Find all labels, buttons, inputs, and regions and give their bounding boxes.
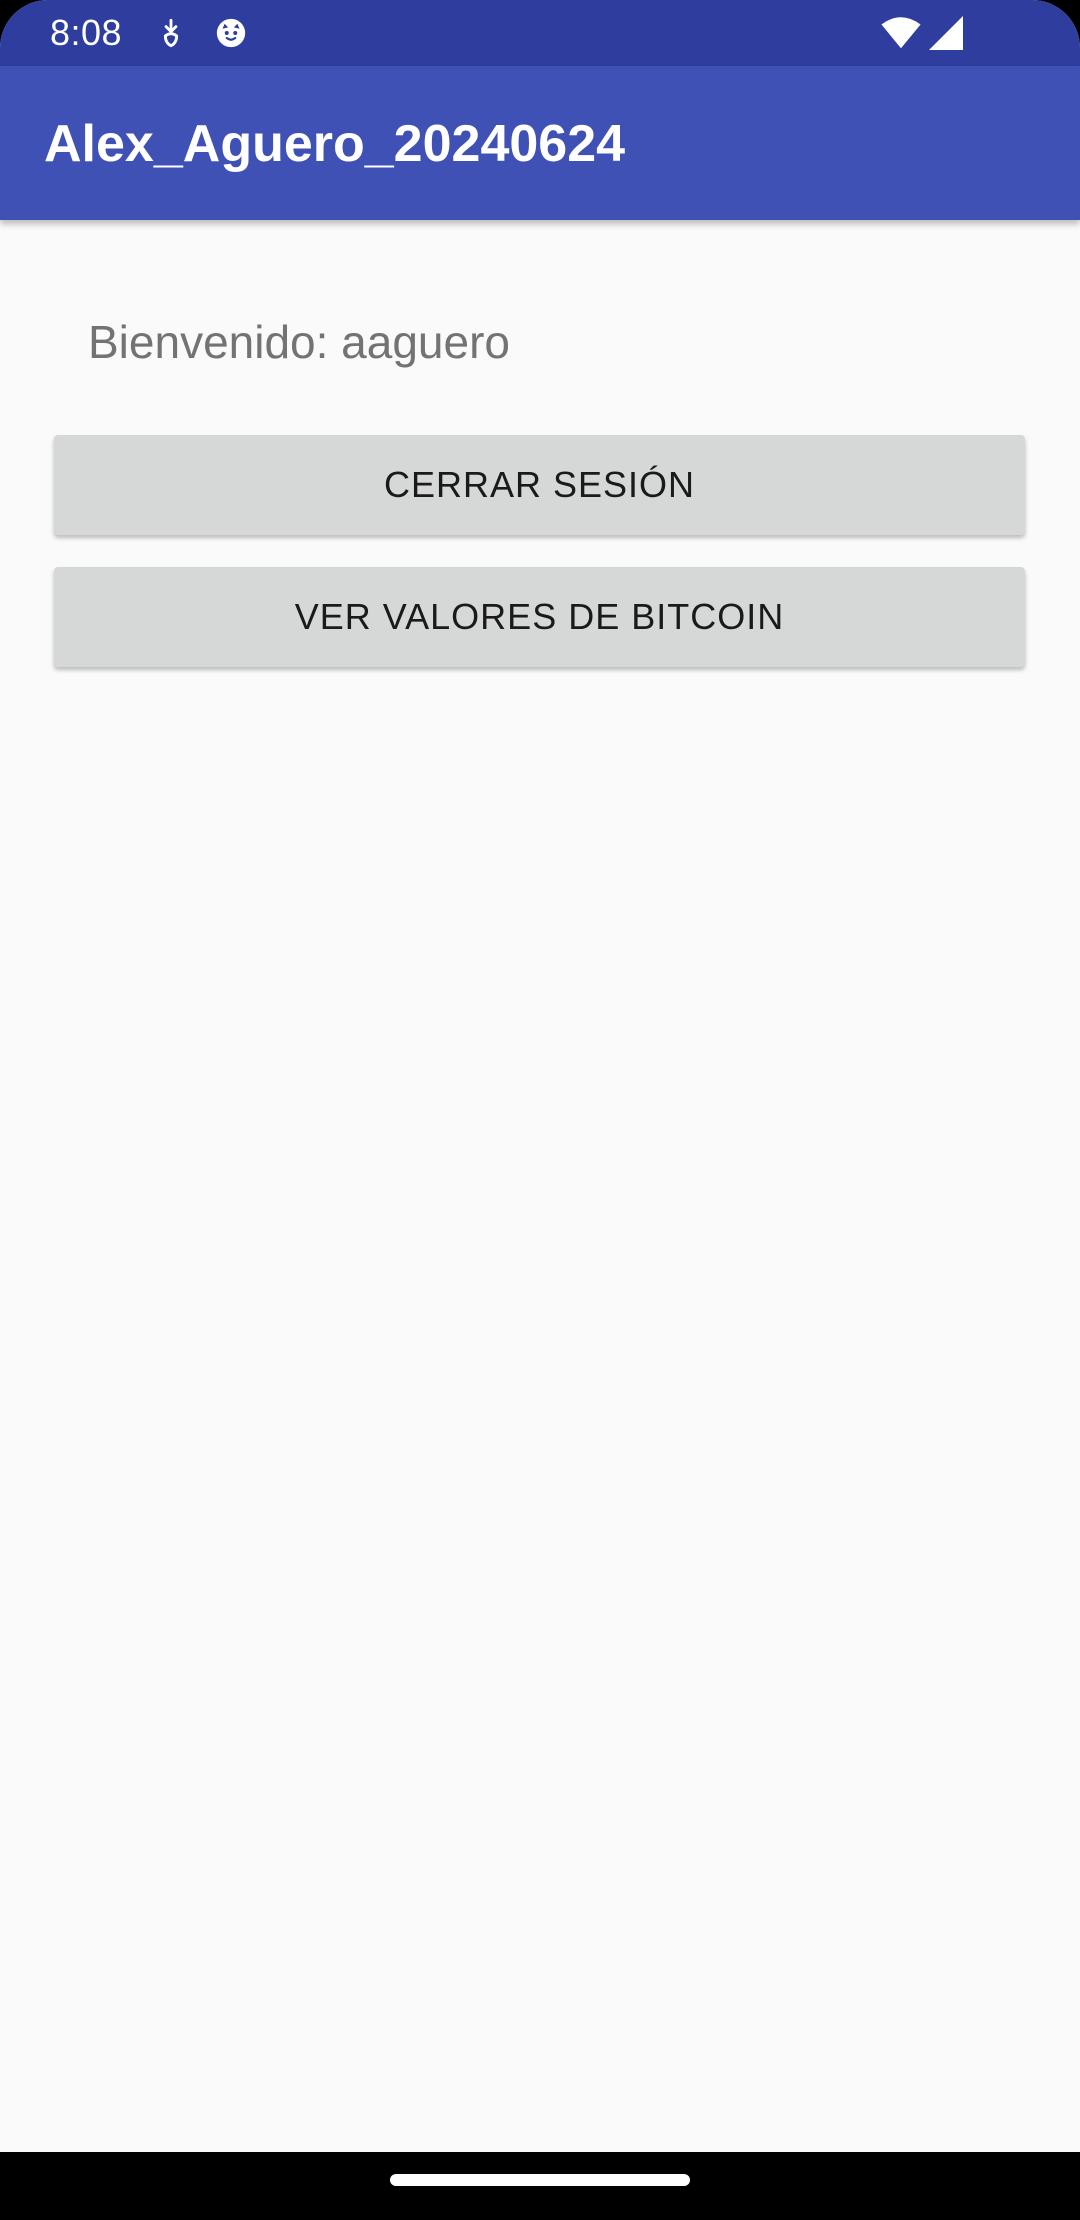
view-bitcoin-values-button[interactable]: VER VALORES DE BITCOIN [54, 567, 1025, 667]
logout-button[interactable]: CERRAR SESIÓN [54, 435, 1025, 535]
navigation-bar [0, 2152, 1080, 2220]
cat-face-notification-icon [214, 16, 248, 50]
phone-screen: 8:08 Alex_Aguero_20240624 Bienvenido: aa… [0, 0, 1080, 2220]
cell-signal-icon [928, 16, 964, 50]
app-title: Alex_Aguero_20240624 [44, 115, 626, 173]
main-content: Bienvenido: aaguero CERRAR SESIÓN VER VA… [0, 220, 1080, 2152]
wifi-icon [880, 16, 922, 50]
status-time: 8:08 [50, 12, 123, 53]
app-toolbar: Alex_Aguero_20240624 [0, 66, 1080, 220]
download-notification-icon [154, 16, 188, 50]
status-bar: 8:08 [0, 0, 1080, 66]
welcome-text: Bienvenido: aaguero [88, 316, 510, 368]
home-gesture-handle[interactable] [390, 2174, 690, 2186]
